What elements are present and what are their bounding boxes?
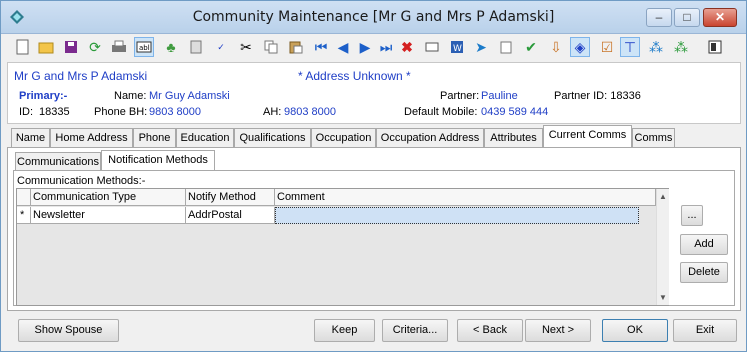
tab-attributes[interactable]: Attributes (484, 128, 543, 147)
show-spouse-button[interactable]: Show Spouse (18, 319, 119, 342)
import-icon[interactable]: ⇩ (546, 37, 566, 57)
open-icon[interactable] (36, 37, 56, 57)
partner-value: Pauline (481, 90, 518, 102)
tab-qualifications[interactable]: Qualifications (234, 128, 311, 147)
address-status: * Address Unknown * (298, 69, 411, 83)
next-button[interactable]: Next > (525, 319, 591, 342)
ok-button[interactable]: OK (602, 319, 668, 342)
tab-occupation[interactable]: Occupation (311, 128, 376, 147)
maximize-button[interactable]: □ (674, 8, 700, 27)
title-bar[interactable]: Community Maintenance [Mr G and Mrs P Ad… (1, 1, 746, 34)
checklist-icon[interactable]: ☑ (597, 37, 617, 57)
tab-current-comms[interactable]: Current Comms (543, 125, 632, 147)
subtab-communications[interactable]: Communications (15, 152, 101, 171)
default-mobile-value: 0439 589 444 (481, 106, 549, 118)
paste-icon[interactable] (286, 37, 306, 57)
tab-name[interactable]: Name (11, 128, 50, 147)
id-value: 18335 (39, 106, 70, 118)
cell-comment[interactable] (275, 207, 639, 224)
tab-education[interactable]: Education (176, 128, 234, 147)
ah-label: AH: (263, 106, 282, 118)
column-header-communication-type[interactable]: Communication Type (31, 189, 186, 206)
tree-icon[interactable]: ♣ (161, 37, 181, 57)
record-name: Mr G and Mrs P Adamski (14, 69, 148, 83)
minimize-button[interactable]: – (646, 8, 672, 27)
previous-record-icon[interactable]: ◀ (333, 37, 353, 57)
id-label: ID: (19, 106, 34, 118)
ah-value: 9803 8000 (284, 106, 336, 118)
save-icon[interactable] (61, 37, 81, 57)
refresh-icon[interactable]: ⟳ (85, 37, 105, 57)
communication-methods-label: Communication Methods:- (17, 175, 146, 187)
partner-label: Partner: (440, 90, 480, 102)
row-marker: * (17, 207, 31, 224)
subtab-notification-methods[interactable]: Notification Methods (101, 150, 215, 171)
scroll-up-icon[interactable]: ▲ (659, 192, 667, 201)
community-maintenance-window: Community Maintenance [Mr G and Mrs P Ad… (0, 0, 747, 352)
keep-button[interactable]: Keep (314, 319, 375, 342)
calculator-icon[interactable] (186, 37, 206, 57)
partner-id: Partner ID: 18336 (554, 90, 641, 102)
exit-icon[interactable] (705, 37, 725, 57)
last-record-icon[interactable]: ⏭ (376, 37, 396, 57)
new-icon[interactable] (13, 37, 33, 57)
tab-home-address[interactable]: Home Address (50, 128, 133, 147)
group-icon[interactable]: ⁂ (646, 37, 666, 57)
send-icon[interactable]: ➤ (471, 37, 491, 57)
card-icon[interactable] (422, 37, 442, 57)
record-header: Mr G and Mrs P Adamski * Address Unknown… (7, 62, 741, 124)
criteria-button[interactable]: Criteria... (382, 319, 448, 342)
spellcheck-icon[interactable]: ✓ (211, 37, 231, 57)
field-icon[interactable]: abl (134, 37, 154, 57)
primary-label: Primary:- (19, 90, 68, 102)
first-record-icon[interactable]: ⏮ (311, 37, 331, 57)
ellipsis-button[interactable]: ... (681, 205, 703, 226)
row-header-column (17, 189, 31, 206)
cell-communication-type[interactable]: Newsletter (31, 207, 186, 224)
tag-icon[interactable]: ◈ (570, 37, 590, 57)
clipboard-icon[interactable] (496, 37, 516, 57)
cut-icon[interactable]: ✂ (236, 37, 256, 57)
svg-text:W: W (453, 44, 462, 54)
close-button[interactable]: ✕ (703, 8, 737, 27)
tab-comms[interactable]: Comms (632, 128, 675, 147)
group-alt-icon[interactable]: ⁂ (671, 37, 691, 57)
name-value: Mr Guy Adamski (149, 90, 230, 102)
pin-icon[interactable]: ⊤ (620, 37, 640, 57)
column-header-notify-method[interactable]: Notify Method (186, 189, 275, 206)
back-button[interactable]: < Back (457, 319, 523, 342)
exit-button[interactable]: Exit (673, 319, 737, 342)
approve-icon[interactable]: ✔ (521, 37, 541, 57)
column-header-comment[interactable]: Comment (275, 189, 656, 206)
delete-button[interactable]: Delete (680, 262, 728, 283)
word-icon[interactable]: W (447, 37, 467, 57)
phone-bh-label: Phone BH: (94, 106, 148, 118)
grid-vertical-scrollbar[interactable]: ▲ ▼ (656, 189, 669, 305)
communication-methods-grid[interactable]: Communication Type Notify Method Comment… (16, 188, 669, 306)
tab-occupation-address[interactable]: Occupation Address (376, 128, 484, 147)
window-title: Community Maintenance [Mr G and Mrs P Ad… (192, 9, 555, 25)
cell-notify-method[interactable]: AddrPostal (186, 207, 275, 224)
svg-text:abl: abl (139, 44, 150, 52)
phone-bh-value: 9803 8000 (149, 106, 201, 118)
name-label: Name: (114, 90, 147, 102)
default-mobile-label: Default Mobile: (404, 106, 478, 118)
scroll-down-icon[interactable]: ▼ (659, 293, 667, 302)
next-record-icon[interactable]: ▶ (355, 37, 375, 57)
copy-icon[interactable] (261, 37, 281, 57)
tab-phone[interactable]: Phone (133, 128, 176, 147)
delete-icon[interactable]: ✖ (397, 37, 417, 57)
print-icon[interactable] (109, 37, 129, 57)
add-button[interactable]: Add (680, 234, 728, 255)
toolbar: ⟳ abl ♣ ✓ ✂ ⏮ ◀ ▶ ⏭ ✖ W ➤ ✔ ⇩ ◈ ☑ ⊤ ⁂ ⁂ (1, 34, 746, 60)
